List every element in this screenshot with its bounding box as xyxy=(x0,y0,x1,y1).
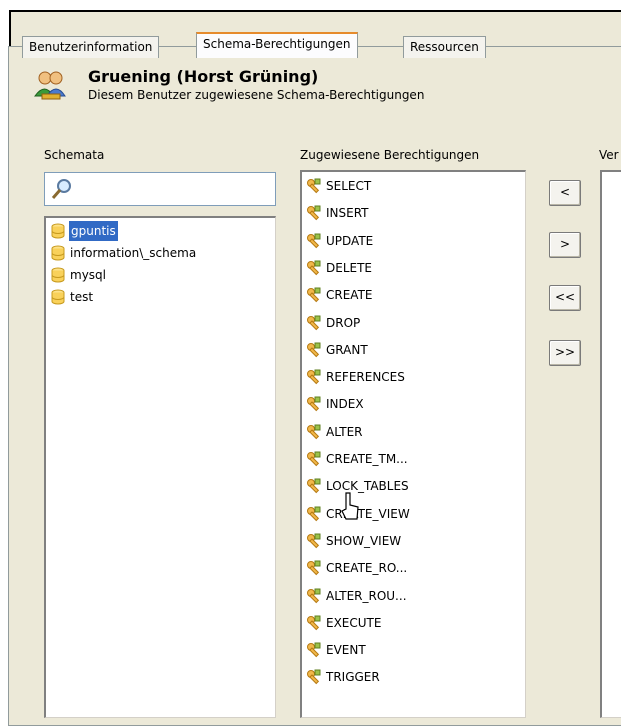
privilege-name: SHOW_VIEW xyxy=(326,533,402,548)
privilege-name: UPDATE xyxy=(326,233,374,248)
tab-ressourcen[interactable]: Ressourcen xyxy=(403,36,486,58)
key-icon xyxy=(307,533,321,549)
user-title: Gruening (Horst Grüning) xyxy=(88,67,319,86)
users-icon xyxy=(34,71,66,100)
key-icon xyxy=(307,642,321,658)
remove-all-button[interactable]: << xyxy=(549,285,581,311)
add-button[interactable]: > xyxy=(549,232,581,258)
key-icon xyxy=(307,424,321,439)
privilege-name: ALTER_ROU... xyxy=(326,588,407,603)
key-icon xyxy=(307,260,321,276)
privilege-name: EVENT xyxy=(326,643,366,658)
available-label: Ver xyxy=(599,148,619,162)
key-icon xyxy=(307,396,321,412)
key-icon xyxy=(307,315,321,330)
key-icon xyxy=(307,451,321,467)
privilege-name: INDEX xyxy=(326,397,364,412)
privilege-name: EXECUTE xyxy=(326,615,382,630)
key-icon xyxy=(307,178,321,194)
remove-button[interactable]: < xyxy=(549,180,581,206)
privilege-name: CREATE_RO... xyxy=(326,561,408,576)
schemata-label: Schemata xyxy=(44,148,105,162)
key-icon xyxy=(307,588,321,603)
schemata-list[interactable]: gpuntis information\_schemamysql test xyxy=(44,216,276,718)
privilege-name: DELETE xyxy=(326,260,373,275)
key-icon xyxy=(307,560,321,576)
add-all-button[interactable]: >> xyxy=(549,340,581,366)
key-icon xyxy=(307,478,321,494)
privilege-name: LOCK_TABLES xyxy=(326,479,409,494)
search-icon xyxy=(51,179,71,199)
database-icon xyxy=(51,267,65,283)
database-icon xyxy=(51,223,65,239)
privilege-name: REFERENCES xyxy=(326,370,405,385)
key-icon xyxy=(307,669,321,685)
schema-name: gpuntis xyxy=(69,221,118,241)
tab-schema-berechtigungen[interactable]: Schema-Berechtigungen xyxy=(196,32,358,58)
key-icon xyxy=(307,369,321,385)
privilege-name: GRANT xyxy=(326,342,368,357)
schema-name: test xyxy=(70,290,94,304)
privilege-name: SELECT xyxy=(326,179,372,193)
user-subtitle: Diesem Benutzer zugewiesene Schema-Berec… xyxy=(88,88,425,102)
available-privileges-list[interactable] xyxy=(600,170,621,718)
database-icon xyxy=(51,289,65,305)
privilege-name: CREATE_TM... xyxy=(326,452,408,466)
privilege-name: TRIGGER xyxy=(326,670,380,685)
schema-search-field[interactable] xyxy=(44,172,276,206)
privilege-name: CREATE xyxy=(326,288,373,303)
schema-name: information\_schema xyxy=(70,246,197,260)
search-input[interactable] xyxy=(75,177,269,201)
schema-name: mysql xyxy=(70,268,106,282)
mouse-cursor-icon xyxy=(341,492,359,520)
privilege-name: CREATE_VIEW xyxy=(326,506,410,521)
privilege-name: DROP xyxy=(326,315,361,330)
key-icon xyxy=(307,287,321,303)
assigned-privileges-list[interactable]: SELECT INSERT UPDATE DELETE CREATE DROP GRANT R… xyxy=(300,170,526,718)
database-icon xyxy=(51,245,65,261)
tab-benutzerinformation[interactable]: Benutzerinformation xyxy=(22,36,160,58)
key-icon xyxy=(307,342,321,357)
key-icon xyxy=(307,205,321,221)
assigned-label: Zugewiesene Berechtigungen xyxy=(300,148,480,162)
key-icon xyxy=(307,506,321,521)
key-icon xyxy=(307,233,321,248)
privilege-name: ALTER xyxy=(326,424,363,439)
key-icon xyxy=(307,615,321,630)
privilege-name: INSERT xyxy=(326,206,369,221)
